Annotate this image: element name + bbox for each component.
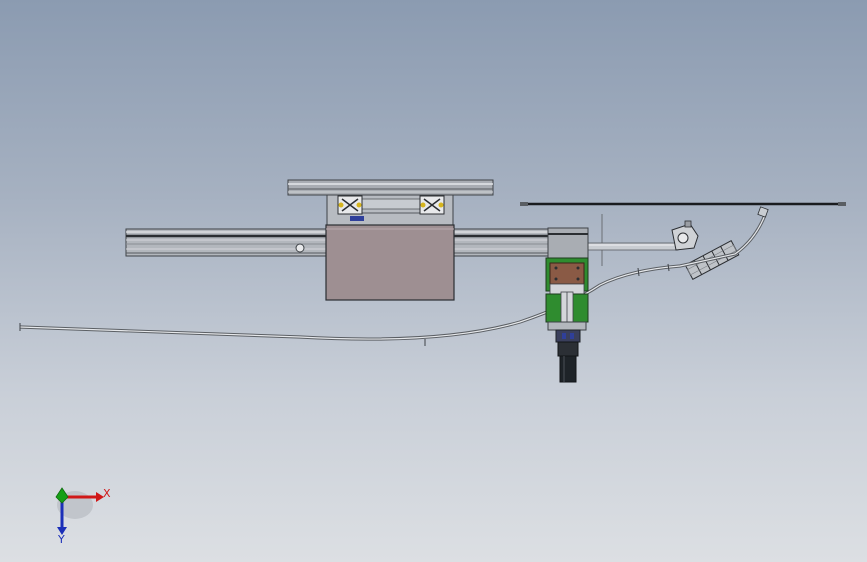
- gripper-cylinder[interactable]: [557, 341, 579, 383]
- x-axis-label: X: [103, 487, 111, 500]
- bearing-block-left[interactable]: [337, 195, 363, 215]
- drive-shaft[interactable]: [587, 242, 679, 251]
- pivot-bracket[interactable]: [671, 220, 699, 251]
- vertical-module[interactable]: [545, 227, 589, 343]
- coordinate-triad: X Y: [55, 487, 111, 546]
- slider-carriage[interactable]: [325, 224, 455, 301]
- bearing-block-right[interactable]: [419, 195, 445, 215]
- cad-model-view[interactable]: X Y: [0, 0, 867, 562]
- top-plate[interactable]: [287, 179, 494, 196]
- graphics-viewport[interactable]: X Y: [0, 0, 867, 562]
- y-axis-label: Y: [57, 533, 65, 546]
